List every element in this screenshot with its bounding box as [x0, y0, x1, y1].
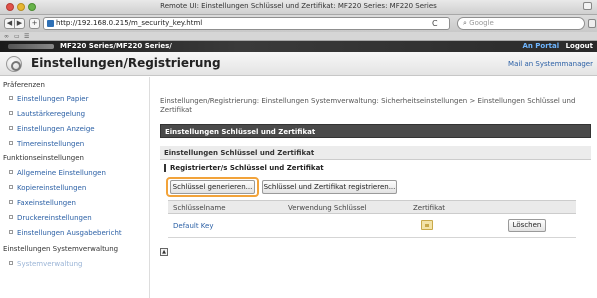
portal-link[interactable]: An Portal	[522, 42, 559, 50]
sidebar-item-display[interactable]: Einstellungen Anzeige	[9, 125, 95, 133]
sidebar: Präferenzen Einstellungen Papier Lautstä…	[0, 77, 150, 298]
brand-logo	[8, 44, 54, 49]
sidebar-item-printer[interactable]: Druckereinstellungen	[9, 214, 92, 222]
sidebar-item-report[interactable]: Einstellungen Ausgabebericht	[9, 229, 122, 237]
window-title: Remote UI: Einstellungen Schlüssel und Z…	[160, 2, 437, 10]
column-certificate: Zertifikat	[413, 204, 446, 212]
bullet-icon	[9, 185, 13, 189]
bullet-icon	[9, 141, 13, 145]
bullet-icon	[9, 200, 13, 204]
bullet-icon	[9, 215, 13, 219]
bullet-icon	[9, 111, 13, 115]
sidebar-group-preferences[interactable]: Präferenzen	[3, 81, 45, 89]
page-title-bar: Einstellungen/Registrierung Mail an Syst…	[0, 52, 597, 76]
page-title: Einstellungen/Registrierung	[31, 56, 221, 70]
search-field[interactable]: ⌕ Google	[457, 17, 585, 30]
registered-keys-heading: Registrierter/s Schlüssel und Zertifikat	[164, 164, 324, 172]
sidebar-group-functions[interactable]: Funktionseinstellungen	[3, 154, 84, 162]
product-name: MF220 Series/MF220 Series/	[60, 42, 172, 50]
search-icon: ⌕	[463, 19, 467, 27]
remote-ui-header: MF220 Series/MF220 Series/ An Portal Log…	[0, 41, 597, 52]
sidebar-item-general[interactable]: Allgemeine Einstellungen	[9, 169, 106, 177]
fullscreen-icon[interactable]	[583, 2, 592, 10]
add-bookmark-icon[interactable]: +	[29, 18, 40, 29]
address-bar[interactable]: http://192.168.0.215/m_security_key.html	[43, 17, 450, 30]
table-header: Schlüsselname Verwendung Schlüssel Zerti…	[168, 200, 576, 214]
reload-icon[interactable]: C	[432, 19, 438, 28]
sidebar-item-fax[interactable]: Faxeinstellungen	[9, 199, 76, 207]
mail-admin-link[interactable]: Mail an Systemmanager	[508, 60, 593, 68]
table-row: Default Key Löschen	[168, 214, 576, 238]
bookmarks-bar: ∞ ▭ ☰	[0, 32, 597, 41]
generate-key-button[interactable]: Schlüssel generieren...	[170, 180, 255, 194]
window-titlebar: Remote UI: Einstellungen Schlüssel und Z…	[0, 0, 597, 15]
bullet-icon	[9, 261, 13, 265]
bullet-icon	[9, 230, 13, 234]
register-key-certificate-button[interactable]: Schlüssel und Zertifikat registrieren...	[262, 180, 397, 194]
logout-link[interactable]: Logout	[566, 42, 593, 50]
sidebar-toggle-icon[interactable]	[588, 19, 596, 28]
sub-section-title: Einstellungen Schlüssel und Zertifikat	[164, 149, 315, 157]
top-sites-icon[interactable]: ▭	[14, 33, 20, 40]
scroll-to-top-icon[interactable]: ▲	[160, 248, 168, 256]
sidebar-item-system-management[interactable]: Systemverwaltung	[9, 260, 82, 268]
section-title: Einstellungen Schlüssel und Zertifikat	[165, 128, 316, 136]
column-key-name: Schlüsselname	[173, 204, 226, 212]
browser-toolbar: ◀ ▶ + http://192.168.0.215/m_security_ke…	[0, 15, 597, 32]
favicon-icon	[47, 20, 54, 27]
certificate-icon[interactable]	[421, 220, 433, 230]
sidebar-item-volume[interactable]: Lautstärkeregelung	[9, 110, 85, 118]
sidebar-item-copy[interactable]: Kopiereinstellungen	[9, 184, 86, 192]
sidebar-group-system[interactable]: Einstellungen Systemverwaltung	[3, 245, 118, 253]
reading-list-icon[interactable]: ∞	[4, 33, 9, 40]
sidebar-item-paper[interactable]: Einstellungen Papier	[9, 95, 88, 103]
column-key-usage: Verwendung Schlüssel	[288, 204, 367, 212]
portal-links: An Portal Logout	[522, 41, 593, 52]
url-text: http://192.168.0.215/m_security_key.html	[56, 19, 203, 27]
breadcrumb: Einstellungen/Registrierung: Einstellung…	[160, 97, 576, 114]
bullet-icon	[9, 170, 13, 174]
key-name-link[interactable]: Default Key	[173, 222, 214, 230]
search-placeholder: Google	[469, 19, 494, 27]
section-header: Einstellungen Schlüssel und Zertifikat	[160, 124, 591, 138]
forward-arrow-icon[interactable]: ▶	[14, 18, 25, 29]
bullet-icon	[9, 126, 13, 130]
bookmarks-icon[interactable]: ☰	[24, 33, 29, 40]
delete-button[interactable]: Löschen	[508, 219, 546, 232]
bullet-icon	[9, 96, 13, 100]
sidebar-item-timer[interactable]: Timereinstellungen	[9, 140, 84, 148]
settings-gear-icon	[6, 56, 22, 72]
sub-section-header: Einstellungen Schlüssel und Zertifikat	[160, 146, 591, 160]
